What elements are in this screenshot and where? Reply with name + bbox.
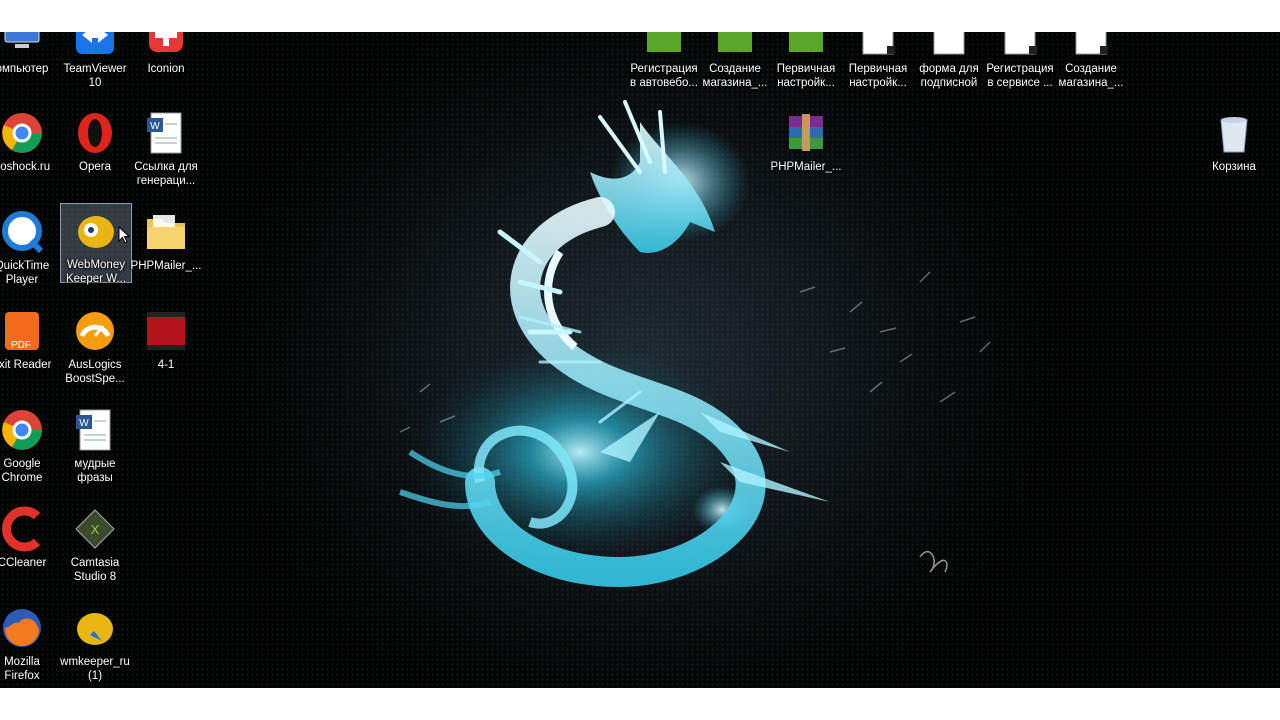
desktop[interactable]: омпьютер ooshock.ru QuickTimePlayer PDF … [0,32,1280,688]
mouse-cursor-icon [118,226,130,244]
icon-label: Корзина [1212,161,1256,173]
icon-label: PHPMailer_... [130,260,202,272]
icon-label: Создание магазина_... [1058,63,1124,89]
svg-text:X: X [91,522,100,537]
desktop-icon-form[interactable]: форма для подписной [913,32,985,90]
ccleaner-icon [2,506,41,552]
document-file-icon [1004,32,1037,55]
video-file-icon [718,32,752,52]
icon-label: Camtasia Studio 8 [70,557,120,583]
desktop-icon-create1[interactable]: Создание магазина_... [699,32,771,90]
svg-text:W: W [79,418,89,429]
svg-text:W: W [150,121,160,132]
foxit-reader-icon: PDF [5,312,39,351]
video-file-icon [147,312,185,350]
desktop-icon-auslogics[interactable]: AusLogics BoostSpe... [59,304,131,386]
desktop-icon-chrome-booshock[interactable]: ooshock.ru [0,106,58,188]
icon-label: Ссылка для генераци... [134,161,198,187]
desktop-icon-teamviewer[interactable]: TeamViewer 10 [59,32,131,90]
desktop-icon-prim1[interactable]: Первичная настройк... [770,32,842,90]
desktop-icon-video-4-1[interactable]: 4-1 [130,304,202,386]
winrar-archive-icon [789,114,823,151]
desktop-icon-computer[interactable]: омпьютер [0,32,58,90]
chrome-icon [2,113,42,153]
desktop-icon-opera[interactable]: Opera [59,106,131,188]
desktop-icon-iconion[interactable]: Iconion [130,32,202,90]
desktop-icon-reg2[interactable]: Регистрация в сервисе ... [984,32,1056,90]
chrome-icon [2,410,42,450]
webmoney-icon [78,216,114,248]
desktop-icon-firefox[interactable]: Mozilla Firefox [0,601,58,683]
icon-label: мудрые фразы [74,458,116,484]
desktop-icon-ccleaner[interactable]: CCleaner [0,502,58,584]
desktop-icon-google-chrome[interactable]: Google Chrome [0,403,58,485]
desktop-icon-create2[interactable]: Создание магазина_... [1055,32,1127,90]
folder-icon [147,215,185,249]
desktop-icon-recycle-bin[interactable]: Корзина [1198,106,1270,188]
word-document-icon: W [76,409,111,451]
document-file-icon [933,32,965,55]
quicktime-icon [2,211,44,254]
auslogics-icon [76,312,114,350]
firefox-icon [3,609,41,647]
icon-label: PHPMailer_... [770,161,842,173]
document-file-icon [862,32,895,55]
desktop-icon-reg1[interactable]: Регистрация в автовебо... [628,32,700,90]
webmoney-installer-icon [77,613,113,645]
desktop-icon-foxit[interactable]: PDF oxit Reader [0,304,58,386]
teamviewer-icon [76,32,114,54]
desktop-icon-phpmailer-archive[interactable]: PHPMailer_... [770,106,842,188]
desktop-icon-word-link[interactable]: W Ссылка для генераци... [130,106,202,188]
document-file-icon [1075,32,1108,55]
video-file-icon [647,32,681,52]
video-file-icon [789,32,823,52]
iconion-icon [149,32,183,52]
svg-text:PDF: PDF [11,340,31,351]
word-document-icon: W [147,112,182,154]
opera-icon [78,113,112,153]
desktop-icon-prim2[interactable]: Первичная настройк... [842,32,914,90]
computer-icon [4,32,40,48]
desktop-icon-phpmailer-folder[interactable]: PHPMailer_... [130,205,202,287]
desktop-icon-wmkeeper[interactable]: wmkeeper_ru (1) [59,601,131,683]
icon-label: 4-1 [157,359,175,371]
camtasia-icon: X [75,509,115,549]
desktop-icon-camtasia[interactable]: X Camtasia Studio 8 [59,502,131,584]
recycle-bin-icon [1220,117,1248,153]
icon-label: wmkeeper_ru (1) [60,656,130,682]
desktop-icon-quicktime[interactable]: QuickTime Player [0,205,58,287]
desktop-icon-word-phrases[interactable]: W мудрые фразы [59,403,131,485]
icon-label: Iconion [147,63,185,75]
